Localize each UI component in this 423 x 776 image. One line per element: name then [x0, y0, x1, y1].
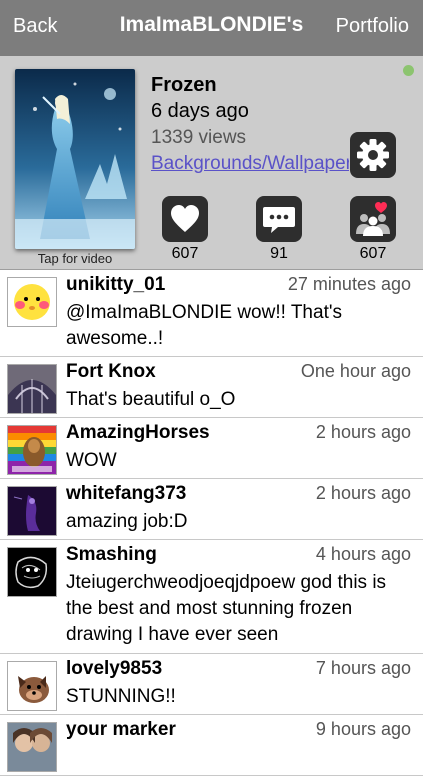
- speech-bubble-icon: [263, 207, 295, 233]
- artwork-views: 1339 views: [151, 127, 247, 148]
- like-button[interactable]: [162, 196, 208, 242]
- comment-time: 4 hours ago: [315, 544, 411, 564]
- tap-for-video-label[interactable]: Tap for video: [0, 251, 150, 266]
- online-status-indicator: [403, 65, 414, 76]
- comment-button[interactable]: [256, 196, 302, 242]
- comment-username[interactable]: unikitty_01: [66, 274, 165, 296]
- list-item[interactable]: lovely9853 7 hours ago STUNNING!!: [0, 654, 423, 715]
- artwork-header: Tap for video Frozen 6 days ago 1339 vie…: [0, 56, 423, 270]
- comment-username[interactable]: AmazingHorses: [66, 422, 210, 444]
- comment-time: 2 hours ago: [315, 422, 411, 442]
- avatar[interactable]: [7, 425, 57, 475]
- gear-icon: [357, 139, 389, 171]
- avatar[interactable]: [7, 486, 57, 536]
- settings-button[interactable]: [350, 132, 396, 178]
- comments-count: 91: [270, 245, 288, 262]
- list-item[interactable]: Smashing 4 hours ago Jteiugerchweodjoeqj…: [0, 540, 423, 654]
- comment-username[interactable]: your marker: [66, 719, 176, 741]
- comment-time: 27 minutes ago: [287, 274, 411, 294]
- comment-time: 7 hours ago: [315, 658, 411, 678]
- list-item[interactable]: unikitty_01 27 minutes ago @ImaImaBLONDI…: [0, 270, 423, 357]
- likes-count: 607: [171, 245, 199, 262]
- portfolio-button[interactable]: Portfolio: [336, 15, 409, 38]
- comment-username[interactable]: Smashing: [66, 544, 157, 566]
- avatar[interactable]: [7, 364, 57, 414]
- favorites-count: 607: [359, 245, 387, 262]
- comment-text: Jteiugerchweodjoeqjdpoew god this is the…: [66, 572, 387, 645]
- list-item[interactable]: Fort Knox One hour ago That's beautiful …: [0, 357, 423, 418]
- comment-username[interactable]: lovely9853: [66, 658, 162, 680]
- comment-time: 2 hours ago: [315, 483, 411, 503]
- heart-icon: [171, 205, 199, 232]
- comment-time: 9 hours ago: [315, 719, 411, 739]
- comment-text: amazing job:D: [66, 511, 188, 532]
- artwork-title: Frozen: [151, 74, 217, 96]
- comment-text: STUNNING!!: [66, 686, 176, 707]
- comments-stat: 91: [256, 196, 302, 262]
- comment-username[interactable]: Fort Knox: [66, 361, 156, 383]
- avatar[interactable]: [7, 547, 57, 597]
- artwork-category-link[interactable]: Backgrounds/Wallpapers: [151, 153, 349, 175]
- comment-text: WOW: [66, 450, 117, 471]
- artwork-date: 6 days ago: [151, 100, 249, 122]
- comment-username[interactable]: whitefang373: [66, 483, 186, 505]
- avatar[interactable]: [7, 661, 57, 711]
- comment-time: One hour ago: [300, 361, 411, 381]
- avatar[interactable]: [7, 277, 57, 327]
- nav-bar: Back ImaImaBLONDIE's Portfolio: [0, 0, 423, 56]
- avatar[interactable]: [7, 722, 57, 772]
- list-item[interactable]: whitefang373 2 hours ago amazing job:D: [0, 479, 423, 540]
- people-heart-icon: [356, 202, 390, 236]
- artwork-thumbnail[interactable]: [15, 69, 135, 249]
- comment-text: @ImaImaBLONDIE wow!! That's awesome..!: [66, 302, 342, 349]
- list-item[interactable]: your marker 9 hours ago: [0, 715, 423, 776]
- favorite-button[interactable]: [350, 196, 396, 242]
- likes-stat: 607: [162, 196, 208, 262]
- comments-list: unikitty_01 27 minutes ago @ImaImaBLONDI…: [0, 270, 423, 776]
- list-item[interactable]: AmazingHorses 2 hours ago WOW: [0, 418, 423, 479]
- comment-text: That's beautiful o_O: [66, 389, 236, 410]
- favorites-stat: 607: [350, 196, 396, 262]
